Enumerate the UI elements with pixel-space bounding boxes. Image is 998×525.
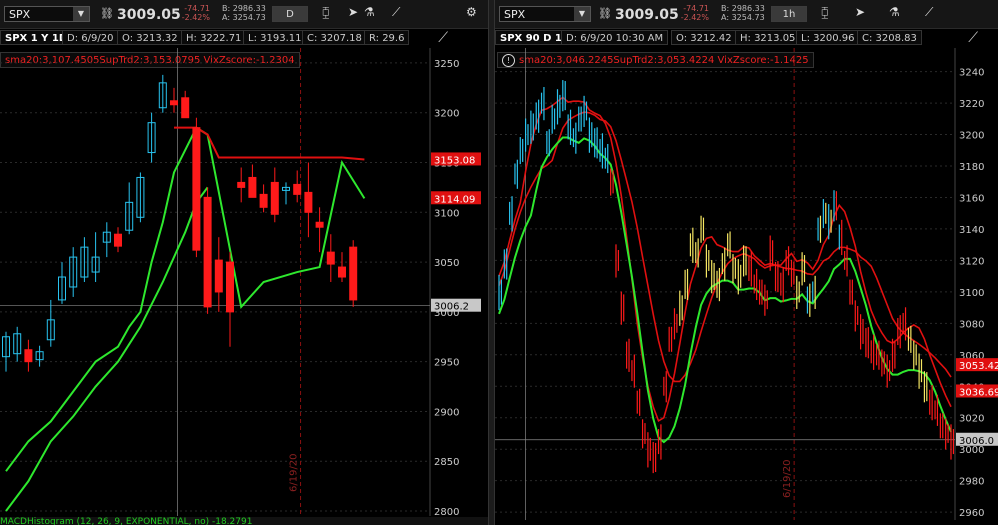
right-y-tick-label: 2960 <box>959 508 984 519</box>
left-y-tick-label: 2850 <box>434 457 459 468</box>
right-y-tick-label: 3120 <box>959 256 984 267</box>
left-candle-body <box>259 193 268 208</box>
left-candle-body <box>338 266 346 278</box>
right-y-tick-label: 3100 <box>959 288 984 299</box>
left-y-tick-label: 2900 <box>434 407 459 418</box>
left-candle-body <box>181 97 190 119</box>
left-candle-body <box>203 196 212 308</box>
left-candle-body <box>270 181 279 215</box>
right-y-tick-label: 3220 <box>959 99 984 110</box>
right-price-label: 3006.0 <box>959 436 994 447</box>
left-candle-body <box>226 261 234 313</box>
left-candle-body <box>24 349 33 363</box>
right-y-tick-label: 3140 <box>959 225 984 236</box>
left-candle-body <box>214 259 223 293</box>
left-candle-body <box>237 181 246 188</box>
left-price-label: 3114.09 <box>434 194 475 205</box>
left-candle-body <box>192 127 201 251</box>
left-candle-body <box>349 246 358 301</box>
left-price-chart[interactable]: 2800285029002950300030503100315032003250… <box>0 0 488 525</box>
left-y-tick-label: 3250 <box>434 59 459 70</box>
right-y-tick-label: 3000 <box>959 445 984 456</box>
right-y-tick-label: 2980 <box>959 477 984 488</box>
left-y-tick-label: 2950 <box>434 358 459 369</box>
right-price-label: 3036.69 <box>959 387 998 398</box>
left-price-label: 3153.08 <box>434 155 475 166</box>
left-lower-study-label: MACDHistogram (12, 26, 9, EXPONENTIAL, n… <box>0 517 253 525</box>
left-lower-study-bar: MACDHistogram (12, 26, 9, EXPONENTIAL, n… <box>0 517 488 525</box>
right-chart-pane: SPX ▼ ⛓ 3009.05 -74.71 -2.42% B: 2986.33… <box>495 0 998 525</box>
left-chart-pane: SPX ▼ ⛓ 3009.05 -74.71 -2.42% B: 2986.33… <box>0 0 488 525</box>
left-date-marker-label: 6/19/20 <box>289 453 300 492</box>
right-price-chart[interactable]: 2960298030003020304030603080310031203140… <box>495 0 998 525</box>
right-y-tick-label: 3180 <box>959 162 984 173</box>
left-candle-body <box>304 191 313 213</box>
left-candle-body <box>114 233 122 247</box>
left-candle-body <box>170 100 178 106</box>
right-y-tick-label: 3240 <box>959 68 984 79</box>
left-candle-body <box>326 251 335 265</box>
right-y-tick-label: 3020 <box>959 414 984 425</box>
left-supertrend-red-line <box>174 126 365 161</box>
left-candle-body <box>248 176 257 198</box>
right-date-marker-label: 6/19/20 <box>782 459 793 498</box>
right-y-tick-label: 3200 <box>959 131 984 142</box>
left-price-label: 3006.2 <box>434 302 469 313</box>
pane-splitter[interactable] <box>488 0 495 525</box>
right-sma-line <box>498 111 952 383</box>
right-price-label: 3053.42 <box>959 361 998 372</box>
left-candle-body <box>315 221 324 228</box>
right-y-tick-label: 3160 <box>959 193 984 204</box>
right-y-tick-label: 3080 <box>959 319 984 330</box>
left-candle-body <box>293 183 302 195</box>
left-y-tick-label: 3100 <box>434 208 459 219</box>
left-y-tick-label: 3200 <box>434 109 459 120</box>
left-y-tick-label: 3050 <box>434 258 459 269</box>
right-supertrend-green-line <box>498 136 952 444</box>
